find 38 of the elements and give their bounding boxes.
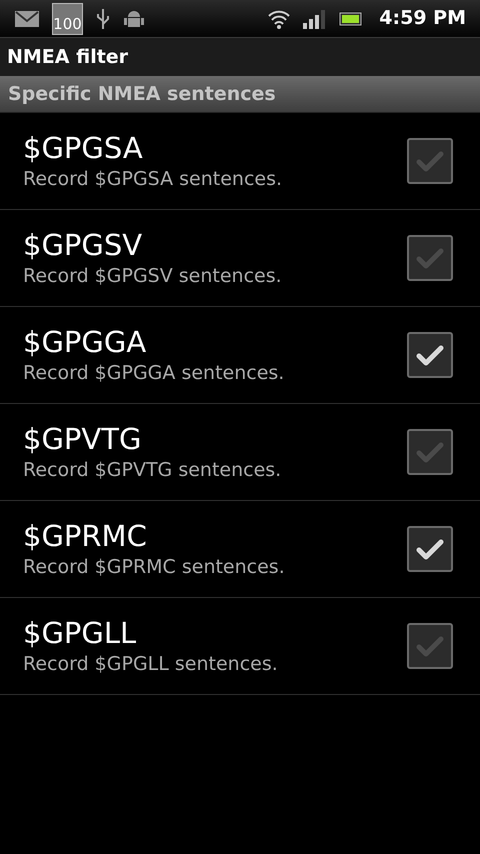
clock: 4:59 PM bbox=[379, 6, 466, 32]
check-icon bbox=[416, 538, 444, 560]
sentence-summary: Record $GPGGA sentences. bbox=[23, 361, 286, 386]
check-icon bbox=[416, 635, 444, 657]
sentence-summary: Record $GPVTG sentences. bbox=[23, 458, 282, 483]
checkbox[interactable] bbox=[407, 429, 453, 475]
checkbox[interactable] bbox=[407, 526, 453, 572]
signal-icon bbox=[303, 8, 328, 28]
preference-row[interactable]: $GPGLL Record $GPGLL sentences. bbox=[0, 598, 480, 695]
sentence-summary: Record $GPGLL sentences. bbox=[23, 652, 279, 677]
sentence-title: $GPGSA bbox=[23, 130, 144, 166]
screen-title: NMEA filter bbox=[7, 44, 128, 70]
preference-row[interactable]: $GPGGA Record $GPGGA sentences. bbox=[0, 307, 480, 404]
mail-icon bbox=[14, 8, 40, 28]
sentence-title: $GPVTG bbox=[23, 421, 142, 457]
preference-row[interactable]: $GPGSA Record $GPGSA sentences. bbox=[0, 113, 480, 210]
sentence-title: $GPGGA bbox=[23, 324, 148, 360]
preference-row[interactable]: $GPVTG Record $GPVTG sentences. bbox=[0, 404, 480, 501]
sentence-summary: Record $GPRMC sentences. bbox=[23, 555, 286, 580]
battery-icon bbox=[339, 10, 364, 26]
checkbox[interactable] bbox=[407, 332, 453, 378]
sentence-title: $GPGLL bbox=[23, 615, 138, 651]
check-icon bbox=[416, 441, 444, 463]
notification-badge: 100 bbox=[52, 2, 83, 34]
sentence-title: $GPGSV bbox=[23, 227, 144, 263]
sentence-title: $GPRMC bbox=[23, 518, 148, 554]
sentence-summary: Record $GPGSV sentences. bbox=[23, 264, 283, 289]
check-icon bbox=[416, 247, 444, 269]
check-icon bbox=[416, 344, 444, 366]
checkbox[interactable] bbox=[407, 235, 453, 281]
checkbox[interactable] bbox=[407, 138, 453, 184]
sentence-summary: Record $GPGSA sentences. bbox=[23, 167, 284, 192]
check-icon bbox=[416, 150, 444, 172]
section-title: Specific NMEA sentences bbox=[8, 82, 276, 107]
usb-icon bbox=[95, 6, 111, 30]
checkbox[interactable] bbox=[407, 623, 453, 669]
preference-row[interactable]: $GPGSV Record $GPGSV sentences. bbox=[0, 210, 480, 307]
preference-row[interactable]: $GPRMC Record $GPRMC sentences. bbox=[0, 501, 480, 598]
